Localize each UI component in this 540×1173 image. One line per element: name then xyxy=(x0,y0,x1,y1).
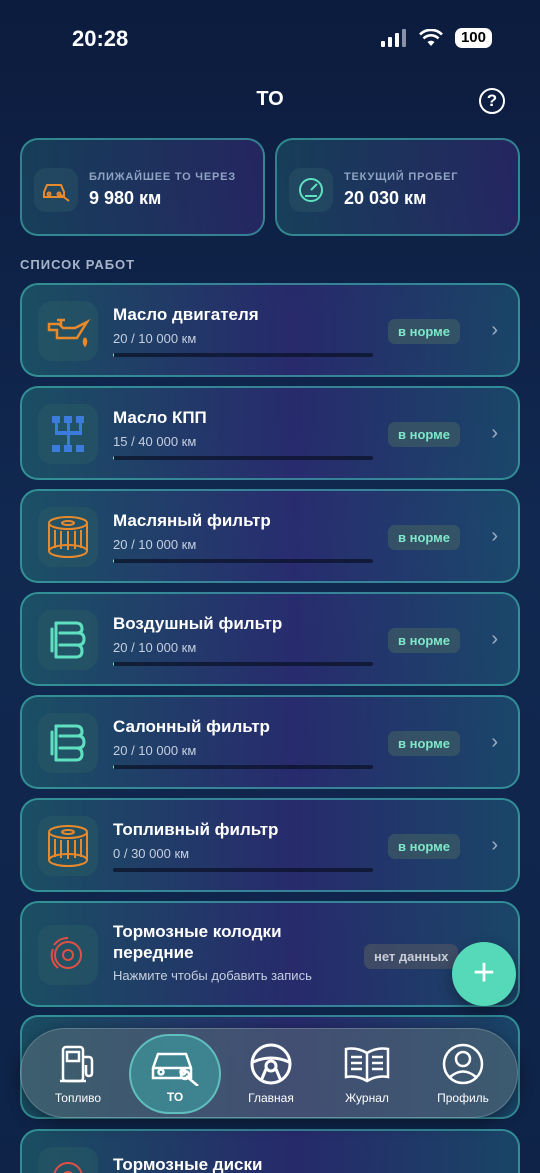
gearbox-icon xyxy=(38,404,98,464)
work-name-line2: передние xyxy=(113,943,194,962)
steering-wheel-icon xyxy=(226,1041,316,1087)
tab-fuel[interactable]: Топливо xyxy=(33,1041,123,1105)
status-badge: нет данных xyxy=(364,944,459,969)
tab-home[interactable]: Главная xyxy=(226,1041,316,1105)
chevron-right-icon: › xyxy=(491,525,498,547)
book-icon xyxy=(322,1041,412,1087)
tab-label: Топливо xyxy=(54,1091,102,1105)
cellular-signal-icon xyxy=(380,29,406,47)
work-progress-bar xyxy=(113,765,373,769)
work-item-air-filter[interactable]: Воздушный фильтр 20 / 10 000 км в норме … xyxy=(20,592,520,686)
work-progress-bar xyxy=(113,662,373,666)
tab-bar: Топливо ТО Главная Журнал Профиль xyxy=(20,1028,518,1118)
work-progress: 20 / 10 000 км xyxy=(113,537,197,552)
tab-label: Журнал xyxy=(345,1091,389,1105)
tab-label: Главная xyxy=(248,1091,294,1105)
next-service-value: 9 980 км xyxy=(89,188,162,208)
next-service-card: БЛИЖАЙШЕЕ ТО ЧЕРЕЗ 9 980 км xyxy=(20,138,265,236)
work-progress-bar xyxy=(113,353,373,357)
work-subtitle: Нажмите чтобы добавить запись xyxy=(113,968,312,983)
add-button[interactable]: + xyxy=(452,942,516,1006)
mileage-value: 20 030 км xyxy=(344,188,427,208)
work-progress-bar xyxy=(113,456,373,460)
chevron-right-icon: › xyxy=(491,422,498,444)
car-service-icon xyxy=(131,1042,219,1088)
work-name: Воздушный фильтр xyxy=(113,614,283,633)
status-time: 20:28 xyxy=(72,26,129,51)
status-badge: в норме xyxy=(388,834,461,859)
oil-can-icon xyxy=(38,301,98,361)
chevron-right-icon: › xyxy=(491,628,498,650)
work-item-fuel-filter[interactable]: Топливный фильтр 0 / 30 000 км в норме › xyxy=(20,798,520,892)
work-name: Салонный фильтр xyxy=(113,717,270,736)
work-name: Топливный фильтр xyxy=(113,820,279,839)
tab-active-bubble: ТО xyxy=(129,1034,221,1114)
oil-filter-icon xyxy=(38,507,98,567)
work-name-line1: Тормозные колодки xyxy=(113,922,282,941)
work-progress: 20 / 10 000 км xyxy=(113,331,197,346)
tab-profile[interactable]: Профиль xyxy=(418,1041,508,1105)
fuel-filter-icon xyxy=(38,816,98,876)
work-name: Тормозные диски xyxy=(113,1155,263,1173)
work-item-engine-oil[interactable]: Масло двигателя 20 / 10 000 км в норме › xyxy=(20,283,520,377)
speedometer-icon xyxy=(289,168,333,212)
work-progress-bar xyxy=(113,868,373,872)
work-item-gearbox-oil[interactable]: Масло КПП 15 / 40 000 км в норме › xyxy=(20,386,520,480)
section-title: СПИСОК РАБОТ xyxy=(20,257,136,272)
status-bar: 20:28 100 xyxy=(0,0,540,80)
work-name: Масляный фильтр xyxy=(113,511,271,530)
work-progress: 15 / 40 000 км xyxy=(113,434,197,449)
help-button[interactable]: ? xyxy=(479,88,505,114)
work-progress-bar xyxy=(113,559,373,563)
work-item-brake-discs[interactable]: Тормозные диски xyxy=(20,1129,520,1173)
status-badge: в норме xyxy=(388,319,461,344)
work-progress: 0 / 30 000 км xyxy=(113,846,190,861)
brake-pads-icon xyxy=(38,925,98,985)
car-wrench-icon xyxy=(34,168,78,212)
battery-indicator: 100 xyxy=(454,28,492,48)
work-name: Тормозные колодки передние xyxy=(113,921,282,963)
chevron-right-icon: › xyxy=(491,731,498,753)
tab-journal[interactable]: Журнал xyxy=(322,1041,412,1105)
status-badge: в норме xyxy=(388,628,461,653)
work-progress: 20 / 10 000 км xyxy=(113,640,197,655)
cabin-filter-icon xyxy=(38,713,98,773)
status-badge: в норме xyxy=(388,525,461,550)
status-badge: в норме xyxy=(388,422,461,447)
fuel-pump-icon xyxy=(33,1041,123,1087)
page-title: ТО xyxy=(256,88,284,110)
work-name: Масло двигателя xyxy=(113,305,259,324)
work-name: Масло КПП xyxy=(113,408,207,427)
tab-service[interactable]: ТО xyxy=(129,1034,221,1114)
air-filter-icon xyxy=(38,610,98,670)
work-item-cabin-filter[interactable]: Салонный фильтр 20 / 10 000 км в норме › xyxy=(20,695,520,789)
wifi-icon xyxy=(419,29,443,46)
work-item-front-brake-pads[interactable]: Тормозные колодки передние Нажмите чтобы… xyxy=(20,901,520,1007)
status-badge: в норме xyxy=(388,731,461,756)
chevron-right-icon: › xyxy=(491,319,498,341)
work-progress: 20 / 10 000 км xyxy=(113,743,197,758)
status-icons: 100 xyxy=(380,28,492,48)
work-item-oil-filter[interactable]: Масляный фильтр 20 / 10 000 км в норме › xyxy=(20,489,520,583)
header: ТО ? xyxy=(0,80,540,120)
mileage-card: ТЕКУЩИЙ ПРОБЕГ 20 030 км xyxy=(275,138,520,236)
mileage-label: ТЕКУЩИЙ ПРОБЕГ xyxy=(344,171,459,183)
profile-icon xyxy=(418,1041,508,1087)
tab-label: ТО xyxy=(166,1090,184,1104)
chevron-right-icon: › xyxy=(491,834,498,856)
next-service-label: БЛИЖАЙШЕЕ ТО ЧЕРЕЗ xyxy=(89,171,236,183)
tab-label: Профиль xyxy=(437,1091,489,1105)
brake-disc-icon xyxy=(38,1147,98,1173)
